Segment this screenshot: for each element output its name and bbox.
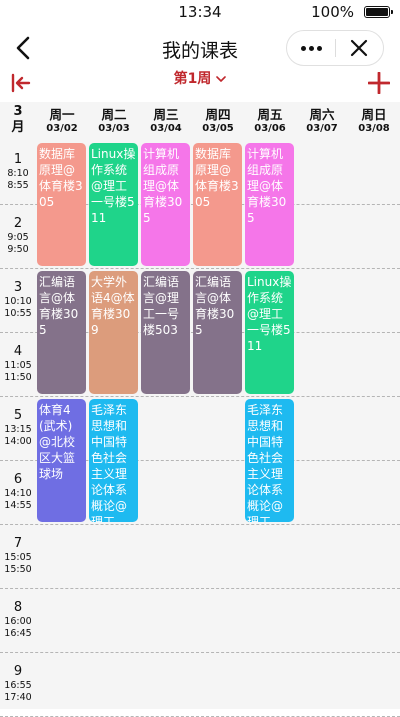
day-date: 03/02 xyxy=(46,123,78,134)
month-number: 3 xyxy=(13,104,23,119)
period-start: 8:10 xyxy=(7,168,29,179)
grid-divider xyxy=(0,588,400,589)
close-icon[interactable] xyxy=(349,38,369,58)
status-bar: 13:34 100% xyxy=(0,0,400,24)
course-card[interactable]: 毛泽东思想和中国特色社会主义理论体系概论@理工 xyxy=(89,399,138,522)
period-start: 16:55 xyxy=(4,680,32,691)
period-number: 6 xyxy=(13,472,23,487)
week-label: 第1周 xyxy=(173,71,212,87)
period-number: 1 xyxy=(13,152,23,167)
period-start: 13:15 xyxy=(4,424,32,435)
period-label: 8 16:00 16:45 xyxy=(0,588,36,640)
timetable-grid: 1 8:10 8:55 2 9:05 9:50 3 10:10 10:55 4 11:05 11:50… xyxy=(0,140,400,717)
period-start: 11:05 xyxy=(4,360,32,371)
grid-divider xyxy=(0,652,400,653)
add-icon[interactable] xyxy=(368,72,390,94)
battery-percent: 100% xyxy=(311,3,354,21)
day-name: 周日 xyxy=(361,107,387,122)
day-date: 03/07 xyxy=(306,123,338,134)
grid-divider xyxy=(0,396,400,397)
period-end: 11:50 xyxy=(4,372,32,383)
week-selector[interactable]: 第1周 xyxy=(0,68,400,88)
day-name: 周二 xyxy=(101,107,127,122)
period-number: 8 xyxy=(13,600,23,615)
day-header-thu: 周四 03/05 xyxy=(192,107,244,135)
week-header: 3 月 周一 03/02 周二 03/03 周三 03/04 周四 03/05 … xyxy=(0,102,400,140)
period-start: 15:05 xyxy=(4,552,32,563)
period-label: 5 13:15 14:00 xyxy=(0,396,36,448)
period-end: 16:45 xyxy=(4,628,32,639)
capsule-divider xyxy=(335,39,336,57)
period-end: 8:55 xyxy=(7,180,29,191)
period-start: 16:00 xyxy=(4,616,32,627)
day-header-sat: 周六 03/07 xyxy=(296,107,348,135)
more-icon[interactable] xyxy=(299,31,325,65)
period-number: 2 xyxy=(13,216,23,231)
day-header-fri: 周五 03/06 xyxy=(244,107,296,135)
period-number: 7 xyxy=(13,536,23,551)
mini-program-capsule xyxy=(286,30,384,66)
period-label: 6 14:10 14:55 xyxy=(0,460,36,512)
grid-divider xyxy=(0,524,400,525)
day-date: 03/05 xyxy=(202,123,234,134)
grid-divider xyxy=(0,268,400,269)
course-card[interactable]: 计算机组成原理@体育楼305 xyxy=(245,143,294,266)
month-label: 3 月 xyxy=(0,104,36,136)
day-header-mon: 周一 03/02 xyxy=(36,107,88,135)
day-date: 03/08 xyxy=(358,123,390,134)
day-name: 周三 xyxy=(153,107,179,122)
period-label: 9 16:55 17:40 xyxy=(0,652,36,704)
course-card[interactable]: 数据库原理@体育楼305 xyxy=(193,143,242,266)
day-date: 03/06 xyxy=(254,123,286,134)
day-name: 周四 xyxy=(205,107,231,122)
period-label: 4 11:05 11:50 xyxy=(0,332,36,384)
period-end: 14:55 xyxy=(4,500,32,511)
day-date: 03/04 xyxy=(150,123,182,134)
period-end: 15:50 xyxy=(4,564,32,575)
period-start: 10:10 xyxy=(4,296,32,307)
day-header-wed: 周三 03/04 xyxy=(140,107,192,135)
day-header-tue: 周二 03/03 xyxy=(88,107,140,135)
day-date: 03/03 xyxy=(98,123,130,134)
nav-bar: 我的课表 xyxy=(0,24,400,72)
period-label: 7 15:05 15:50 xyxy=(0,524,36,576)
course-card[interactable]: 体育4(武术)@北校区大篮球场 xyxy=(37,399,86,522)
period-start: 9:05 xyxy=(7,232,29,243)
period-end: 14:00 xyxy=(4,436,32,447)
day-name: 周一 xyxy=(49,107,75,122)
course-card[interactable]: 毛泽东思想和中国特色社会主义理论体系概论@理工 xyxy=(245,399,294,522)
course-card[interactable]: 汇编语言@理工一号楼503 xyxy=(141,271,190,394)
period-label: 2 9:05 9:50 xyxy=(0,204,36,256)
period-end: 17:40 xyxy=(4,692,32,703)
course-card[interactable]: 数据库原理@体育楼305 xyxy=(37,143,86,266)
period-end: 10:55 xyxy=(4,308,32,319)
period-label: 1 8:10 8:55 xyxy=(0,140,36,192)
course-card[interactable]: Linux操作系统@理工一号楼511 xyxy=(89,143,138,266)
course-card[interactable]: 汇编语言@体育楼305 xyxy=(37,271,86,394)
course-card[interactable]: 大学外语4@体育楼309 xyxy=(89,271,138,394)
period-number: 9 xyxy=(13,664,23,679)
course-card[interactable]: Linux操作系统@理工一号楼511 xyxy=(245,271,294,394)
period-number: 3 xyxy=(13,280,23,295)
day-name: 周六 xyxy=(309,107,335,122)
day-header-sun: 周日 03/08 xyxy=(348,107,400,135)
day-name: 周五 xyxy=(257,107,283,122)
period-number: 4 xyxy=(13,344,23,359)
period-label: 3 10:10 10:55 xyxy=(0,268,36,320)
period-start: 14:10 xyxy=(4,488,32,499)
month-unit: 月 xyxy=(11,120,25,135)
battery-icon xyxy=(364,6,393,18)
course-card[interactable]: 计算机组成原理@体育楼305 xyxy=(141,143,190,266)
chevron-down-icon xyxy=(216,76,227,82)
toolbar: 第1周 xyxy=(0,66,400,100)
period-end: 9:50 xyxy=(7,244,29,255)
period-number: 5 xyxy=(13,408,23,423)
course-card[interactable]: 汇编语言@体育楼305 xyxy=(193,271,242,394)
